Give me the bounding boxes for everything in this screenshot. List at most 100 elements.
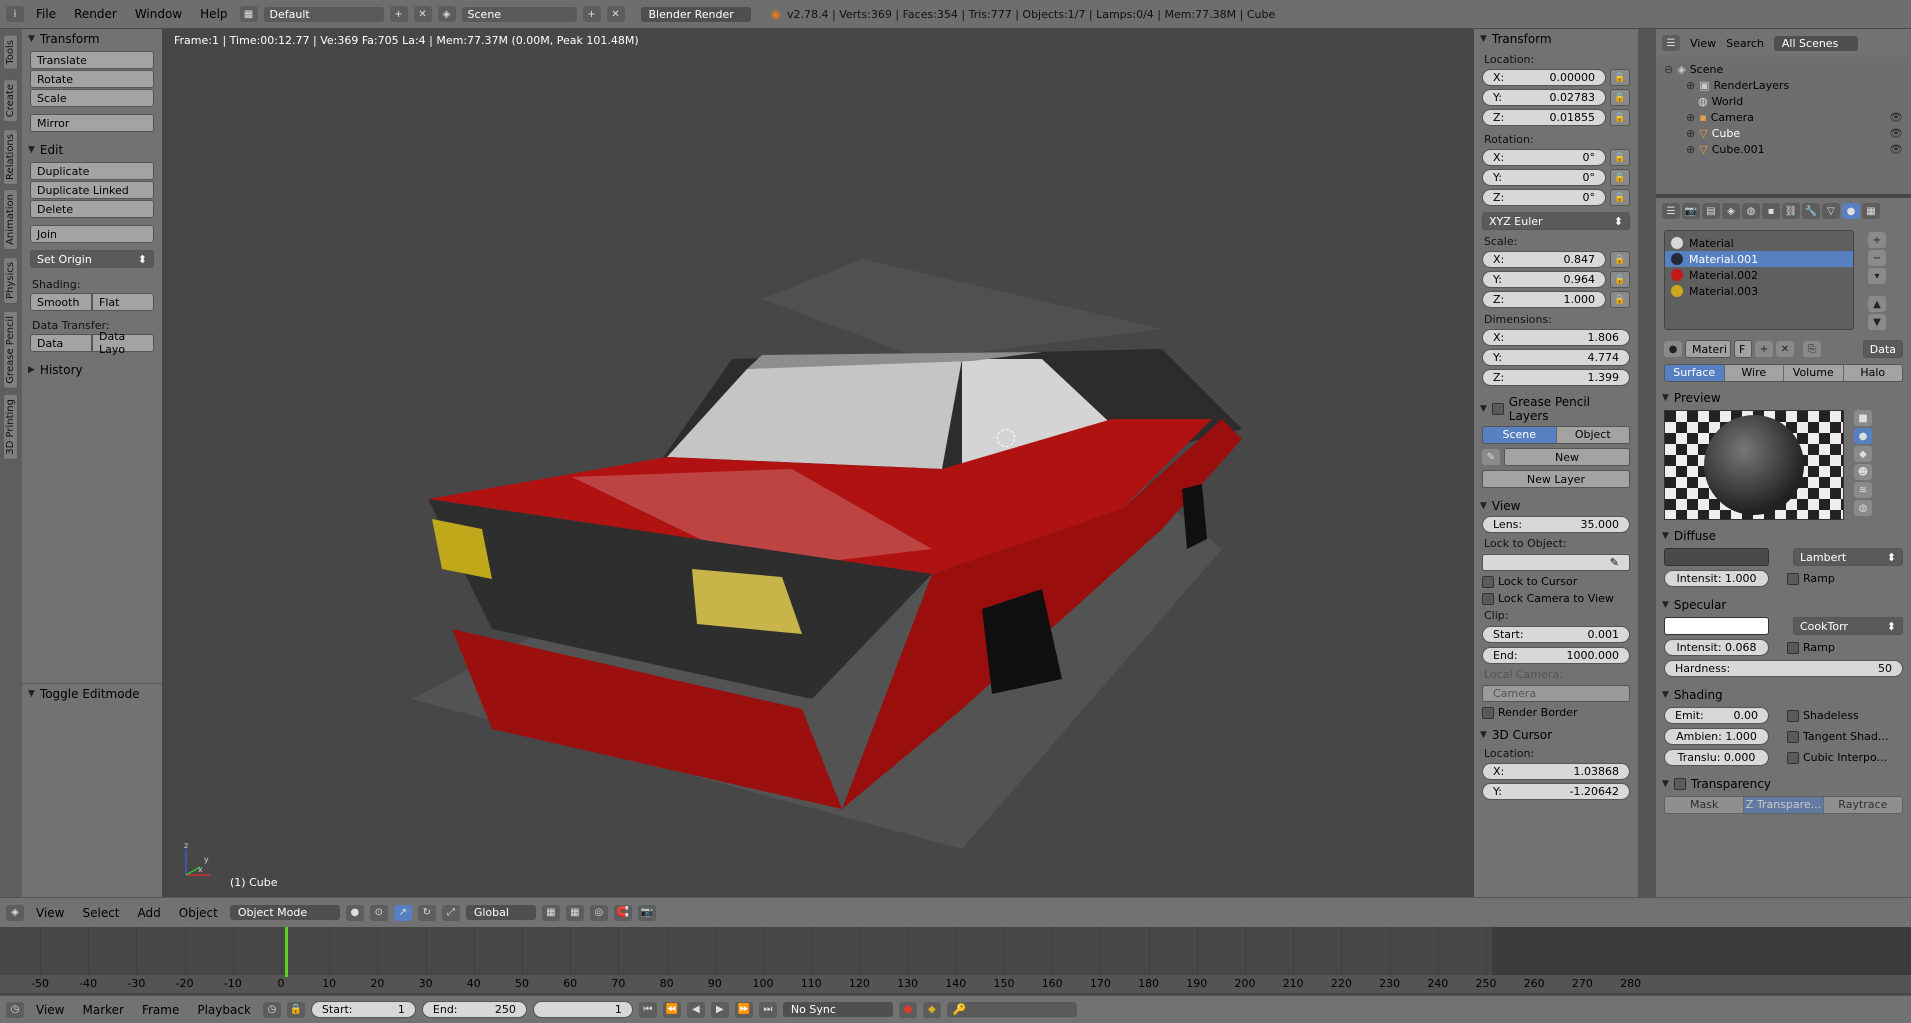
scale-z-field[interactable]: Z: 1.000 (1482, 291, 1606, 308)
data-tab-icon[interactable]: ▽ (1822, 203, 1840, 219)
unlink-material-icon[interactable]: ✕ (1776, 341, 1794, 357)
lock-icon[interactable]: 🔒 (1610, 271, 1630, 288)
material-slot[interactable]: Material (1665, 235, 1853, 251)
clip-end-field[interactable]: End: 1000.000 (1482, 647, 1630, 664)
data-layout-button[interactable]: Data Layo (92, 330, 154, 356)
timeline-view-menu[interactable]: View (30, 1003, 70, 1017)
sync-mode-dropdown[interactable]: No Sync (782, 1002, 893, 1017)
grease-pencil-checkbox[interactable] (1491, 403, 1504, 415)
outliner-view-menu[interactable]: View (1690, 37, 1716, 50)
cursor-y-field[interactable]: Y: -1.20642 (1482, 783, 1630, 800)
grease-pencil-layers-header[interactable]: ▼ Grease Pencil Layers (1474, 392, 1638, 426)
area-separator[interactable] (1638, 29, 1656, 897)
prev-keyframe-icon[interactable]: ⏪ (662, 1001, 681, 1018)
wire-tab[interactable]: Wire (1724, 365, 1784, 381)
scale-manipulator-icon[interactable]: ⤢ (441, 904, 460, 921)
menu-file[interactable]: File (30, 7, 62, 21)
select-menu[interactable]: Select (76, 906, 125, 920)
diffuse-panel-header[interactable]: ▼ Diffuse (1656, 526, 1911, 546)
add-slot-icon[interactable]: + (1868, 232, 1886, 248)
scale-x-field[interactable]: X: 0.847 (1482, 251, 1606, 268)
keying-icon[interactable]: ◆ (922, 1001, 941, 1018)
preview-sphere-icon[interactable]: ● (1854, 428, 1872, 444)
material-browse-icon[interactable]: ● (1664, 341, 1682, 357)
viewport-shading-icon[interactable]: ● (345, 904, 364, 921)
preview-panel-header[interactable]: ▼ Preview (1656, 388, 1911, 408)
constraints-tab-icon[interactable]: ⛓ (1782, 203, 1800, 219)
timeline-marker-menu[interactable]: Marker (76, 1003, 129, 1017)
tab-tools[interactable]: Tools (3, 35, 18, 70)
properties-editor-icon[interactable]: ☰ (1662, 203, 1680, 219)
timeline-editor-icon[interactable]: ◷ (6, 1001, 24, 1018)
rotation-y-field[interactable]: Y: 0° (1482, 169, 1606, 186)
local-camera-field[interactable]: Camera (1482, 685, 1630, 702)
view-panel-header[interactable]: ▼ View (1474, 496, 1638, 516)
lock-to-object-field[interactable]: ✎ (1482, 554, 1630, 571)
modifiers-tab-icon[interactable]: 🔧 (1802, 203, 1820, 219)
scale-button[interactable]: Scale (30, 89, 154, 107)
location-z-field[interactable]: Z: 0.01855 (1482, 109, 1606, 126)
cursor-x-field[interactable]: X: 1.03868 (1482, 763, 1630, 780)
lock-icon[interactable]: 🔒 (1610, 109, 1630, 126)
dimension-y-field[interactable]: Y: 4.774 (1482, 349, 1630, 366)
material-name-field[interactable]: Materi (1685, 340, 1731, 358)
play-reverse-icon[interactable]: ◀ (686, 1001, 705, 1018)
diffuse-intensity-field[interactable]: Intensit: 1.000 (1664, 570, 1769, 587)
visibility-eye-icon[interactable]: 👁 (1889, 127, 1903, 140)
move-up-icon[interactable]: ▲ (1868, 296, 1886, 312)
eyedropper-icon[interactable]: ✎ (1610, 556, 1619, 569)
pivot-point-icon[interactable]: ⊙ (369, 904, 388, 921)
scene-icon[interactable]: ◈ (437, 6, 456, 22)
outliner-item-world[interactable]: ◍ World (1664, 93, 1903, 109)
scale-y-field[interactable]: Y: 0.964 (1482, 271, 1606, 288)
current-frame-field[interactable]: 1 (532, 1001, 633, 1018)
outliner-item-camera[interactable]: ⊕ ▪ Camera 👁 (1664, 109, 1903, 125)
lock-icon[interactable]: 🔒 (1610, 89, 1630, 106)
lock-icon[interactable]: 🔒 (1610, 251, 1630, 268)
record-icon[interactable]: ● (898, 1001, 917, 1018)
visibility-eye-icon[interactable]: 👁 (1889, 111, 1903, 124)
transparency-checkbox[interactable] (1673, 778, 1686, 790)
world-tab-icon[interactable]: ◍ (1742, 203, 1760, 219)
end-frame-field[interactable]: End: 250 (421, 1001, 527, 1018)
n-transform-header[interactable]: ▼ Transform (1474, 29, 1638, 49)
current-frame-marker[interactable] (285, 927, 288, 977)
specular-ramp-checkbox[interactable] (1787, 641, 1799, 654)
object-tab-icon[interactable]: ▪ (1762, 203, 1780, 219)
layers-grid-icon[interactable]: ▦ (541, 904, 560, 921)
tab-physics[interactable]: Physics (3, 257, 18, 304)
pencil-icon[interactable]: ✎ (1482, 449, 1500, 465)
volume-tab[interactable]: Volume (1784, 365, 1844, 381)
scene-tab-icon[interactable]: ◈ (1722, 203, 1740, 219)
duplicate-button[interactable]: Duplicate (30, 162, 154, 180)
lens-field[interactable]: Lens: 35.000 (1482, 516, 1630, 533)
location-y-field[interactable]: Y: 0.02783 (1482, 89, 1606, 106)
mask-tab[interactable]: Mask (1665, 797, 1745, 813)
diffuse-ramp-checkbox[interactable] (1787, 572, 1799, 585)
outliner-display-mode[interactable]: All Scenes (1773, 35, 1858, 51)
specular-intensity-field[interactable]: Intensit: 0.068 (1664, 639, 1769, 656)
screen-layout-icon[interactable]: ▦ (239, 6, 258, 22)
rotation-x-field[interactable]: X: 0° (1482, 149, 1606, 166)
snap-icon[interactable]: 🧲 (613, 904, 632, 921)
outliner-editor-icon[interactable]: ☰ (1662, 35, 1680, 51)
scene-field[interactable]: Scene (461, 6, 577, 22)
specular-panel-header[interactable]: ▼ Specular (1656, 595, 1911, 615)
clip-start-field[interactable]: Start: 0.001 (1482, 626, 1630, 643)
rotate-manipulator-icon[interactable]: ↻ (417, 904, 436, 921)
gp-scene-button[interactable]: Scene (1483, 427, 1557, 443)
render-layers-tab-icon[interactable]: ▤ (1702, 203, 1720, 219)
add-menu[interactable]: Add (132, 906, 167, 920)
transform-panel-header[interactable]: ▼ Transform (22, 29, 162, 49)
preview-flat-icon[interactable]: ■ (1854, 410, 1872, 426)
rotation-z-field[interactable]: Z: 0° (1482, 189, 1606, 206)
smooth-button[interactable]: Smooth (30, 293, 92, 311)
view-menu[interactable]: View (30, 906, 70, 920)
specular-shader-dropdown[interactable]: CookTorr ⬍ (1793, 617, 1903, 635)
rotate-button[interactable]: Rotate (30, 70, 154, 88)
outliner-search-menu[interactable]: Search (1726, 37, 1764, 50)
data-button[interactable]: Data (30, 334, 92, 352)
layers-grid-2-icon[interactable]: ▦ (565, 904, 584, 921)
lock-camera-checkbox[interactable] (1482, 592, 1494, 605)
preview-cube-icon[interactable]: ◆ (1854, 446, 1872, 462)
